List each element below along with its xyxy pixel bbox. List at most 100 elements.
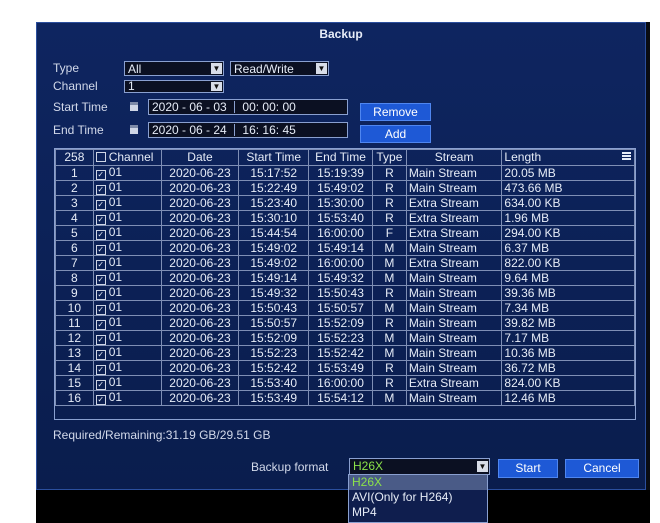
row-number: 6: [55, 240, 94, 256]
start-datetime-field[interactable]: 2020 - 06 - 03 00: 00: 00: [148, 99, 348, 115]
table-row[interactable]: 6 ✓ 01 2020-06-23 15:49:02 15:49:14 M Main Stre…: [55, 240, 635, 256]
read-write-select[interactable]: Read/Write ▼: [230, 61, 329, 76]
row-stream: Main Stream: [405, 240, 503, 256]
header-length[interactable]: Length: [501, 149, 635, 166]
checkbox-icon[interactable]: ✓: [95, 215, 106, 225]
format-option-mp4[interactable]: MP4: [349, 505, 487, 520]
row-channel: ✓ 01: [92, 315, 162, 331]
header-end-time[interactable]: End Time: [308, 149, 373, 166]
checkbox-icon[interactable]: ✓: [95, 170, 106, 180]
table-row[interactable]: 8 ✓ 01 2020-06-23 15:49:14 15:49:32 M Main Stre…: [55, 270, 635, 286]
header-date[interactable]: Date: [160, 149, 240, 166]
row-end-time: 15:19:39: [308, 165, 373, 181]
calendar-icon[interactable]: [130, 125, 138, 134]
row-length: 6.37 MB: [501, 240, 635, 256]
row-number: 11: [55, 315, 94, 331]
table-row[interactable]: 9 ✓ 01 2020-06-23 15:49:32 15:50:43 R Main Stre…: [55, 285, 635, 301]
row-channel-label: 01: [108, 180, 123, 194]
row-length: 7.34 MB: [501, 300, 635, 316]
row-type: R: [371, 210, 407, 226]
row-channel: ✓ 01: [92, 330, 162, 346]
row-date: 2020-06-23: [160, 180, 240, 196]
format-option-avi[interactable]: AVI(Only for H264): [349, 490, 487, 505]
header-start-time[interactable]: Start Time: [238, 149, 310, 166]
row-date: 2020-06-23: [160, 375, 240, 391]
table-row[interactable]: 5 ✓ 01 2020-06-23 15:44:54 16:00:00 F Extra Str…: [55, 225, 635, 241]
header-length-label: Length: [504, 150, 542, 164]
row-type: R: [371, 180, 407, 196]
table-row[interactable]: 3 ✓ 01 2020-06-23 15:23:40 15:30:00 R Extra Str…: [55, 195, 635, 211]
calendar-icon[interactable]: [130, 102, 138, 111]
row-stream: Extra Stream: [405, 225, 503, 241]
menu-icon[interactable]: [622, 152, 631, 161]
row-length: 822.00 KB: [501, 255, 635, 271]
row-start-time: 15:44:54: [238, 225, 310, 241]
checkbox-icon[interactable]: ✓: [95, 380, 106, 390]
row-type: M: [371, 390, 407, 406]
row-start-time: 15:49:32: [238, 285, 310, 301]
table-row[interactable]: 16 ✓ 01 2020-06-23 15:53:49 15:54:12 M Main Str…: [55, 390, 635, 406]
row-end-time: 16:00:00: [308, 225, 373, 241]
row-channel-label: 01: [108, 210, 123, 224]
row-date: 2020-06-23: [160, 300, 240, 316]
table-row[interactable]: 4 ✓ 01 2020-06-23 15:30:10 15:53:40 R Extra Str…: [55, 210, 635, 226]
row-type: M: [371, 330, 407, 346]
type-select[interactable]: All ▼: [124, 61, 224, 76]
row-channel: ✓ 01: [92, 375, 162, 391]
row-length: 12.46 MB: [501, 390, 635, 406]
table-row[interactable]: 1 ✓ 01 2020-06-23 15:17:52 15:19:39 R Main Stre…: [55, 165, 635, 181]
end-date: 2020 - 06 - 24: [152, 123, 227, 137]
table-row[interactable]: 14 ✓ 01 2020-06-23 15:52:42 15:53:49 R Main Str…: [55, 360, 635, 376]
checkbox-icon[interactable]: ✓: [95, 290, 106, 300]
row-channel-label: 01: [108, 315, 123, 329]
header-type[interactable]: Type: [371, 149, 407, 166]
checkbox-icon[interactable]: ✓: [95, 335, 106, 345]
row-number: 9: [55, 285, 94, 301]
checkbox-icon[interactable]: ✓: [95, 260, 106, 270]
table-row[interactable]: 13 ✓ 01 2020-06-23 15:52:23 15:52:42 M Main Str…: [55, 345, 635, 361]
table-row[interactable]: 11 ✓ 01 2020-06-23 15:50:57 15:52:09 R Main Str…: [55, 315, 635, 331]
checkbox-icon[interactable]: ✓: [95, 320, 106, 330]
add-button[interactable]: Add: [360, 125, 431, 143]
checkbox-icon[interactable]: ✓: [95, 275, 106, 285]
row-channel: ✓ 01: [92, 210, 162, 226]
header-channel[interactable]: Channel: [92, 149, 162, 166]
row-number: 3: [55, 195, 94, 211]
row-end-time: 15:50:43: [308, 285, 373, 301]
table-row[interactable]: 12 ✓ 01 2020-06-23 15:52:09 15:52:23 M Main Str…: [55, 330, 635, 346]
row-channel: ✓ 01: [92, 195, 162, 211]
remove-button[interactable]: Remove: [360, 103, 431, 121]
end-datetime-field[interactable]: 2020 - 06 - 24 16: 16: 45: [148, 122, 348, 138]
row-stream: Main Stream: [405, 165, 503, 181]
table-row[interactable]: 15 ✓ 01 2020-06-23 15:53:40 16:00:00 R Extra St…: [55, 375, 635, 391]
checkbox-icon[interactable]: ✓: [95, 245, 106, 255]
checkbox-icon[interactable]: [95, 152, 106, 162]
format-option-h26x[interactable]: H26X: [349, 475, 487, 490]
end-time: 16: 16: 45: [242, 123, 296, 137]
row-length: 9.64 MB: [501, 270, 635, 286]
row-start-time: 15:30:10: [238, 210, 310, 226]
row-stream: Main Stream: [405, 300, 503, 316]
checkbox-icon[interactable]: ✓: [95, 200, 106, 210]
checkbox-icon[interactable]: ✓: [95, 230, 106, 240]
channel-select[interactable]: 1 ▼: [124, 80, 224, 93]
cancel-button[interactable]: Cancel: [565, 459, 639, 478]
channel-label: Channel: [53, 79, 98, 93]
header-stream[interactable]: Stream: [405, 149, 503, 166]
row-number: 2: [55, 180, 94, 196]
row-type: F: [371, 225, 407, 241]
checkbox-icon[interactable]: ✓: [95, 185, 106, 195]
table-row[interactable]: 10 ✓ 01 2020-06-23 15:50:43 15:50:57 M Main Str…: [55, 300, 635, 316]
start-button[interactable]: Start: [498, 459, 558, 478]
row-channel: ✓ 01: [92, 390, 162, 406]
checkbox-icon[interactable]: ✓: [95, 305, 106, 315]
backup-format-value: H26X: [353, 459, 384, 473]
checkbox-icon[interactable]: ✓: [95, 350, 106, 360]
table-row[interactable]: 2 ✓ 01 2020-06-23 15:22:49 15:49:02 R Main Stre…: [55, 180, 635, 196]
checkbox-icon[interactable]: ✓: [95, 395, 106, 405]
backup-format-select[interactable]: H26X ▼: [349, 458, 490, 475]
table-row[interactable]: 7 ✓ 01 2020-06-23 15:49:02 16:00:00 M Extra Str…: [55, 255, 635, 271]
checkbox-icon[interactable]: ✓: [95, 365, 106, 375]
row-length: 10.36 MB: [501, 345, 635, 361]
row-date: 2020-06-23: [160, 165, 240, 181]
